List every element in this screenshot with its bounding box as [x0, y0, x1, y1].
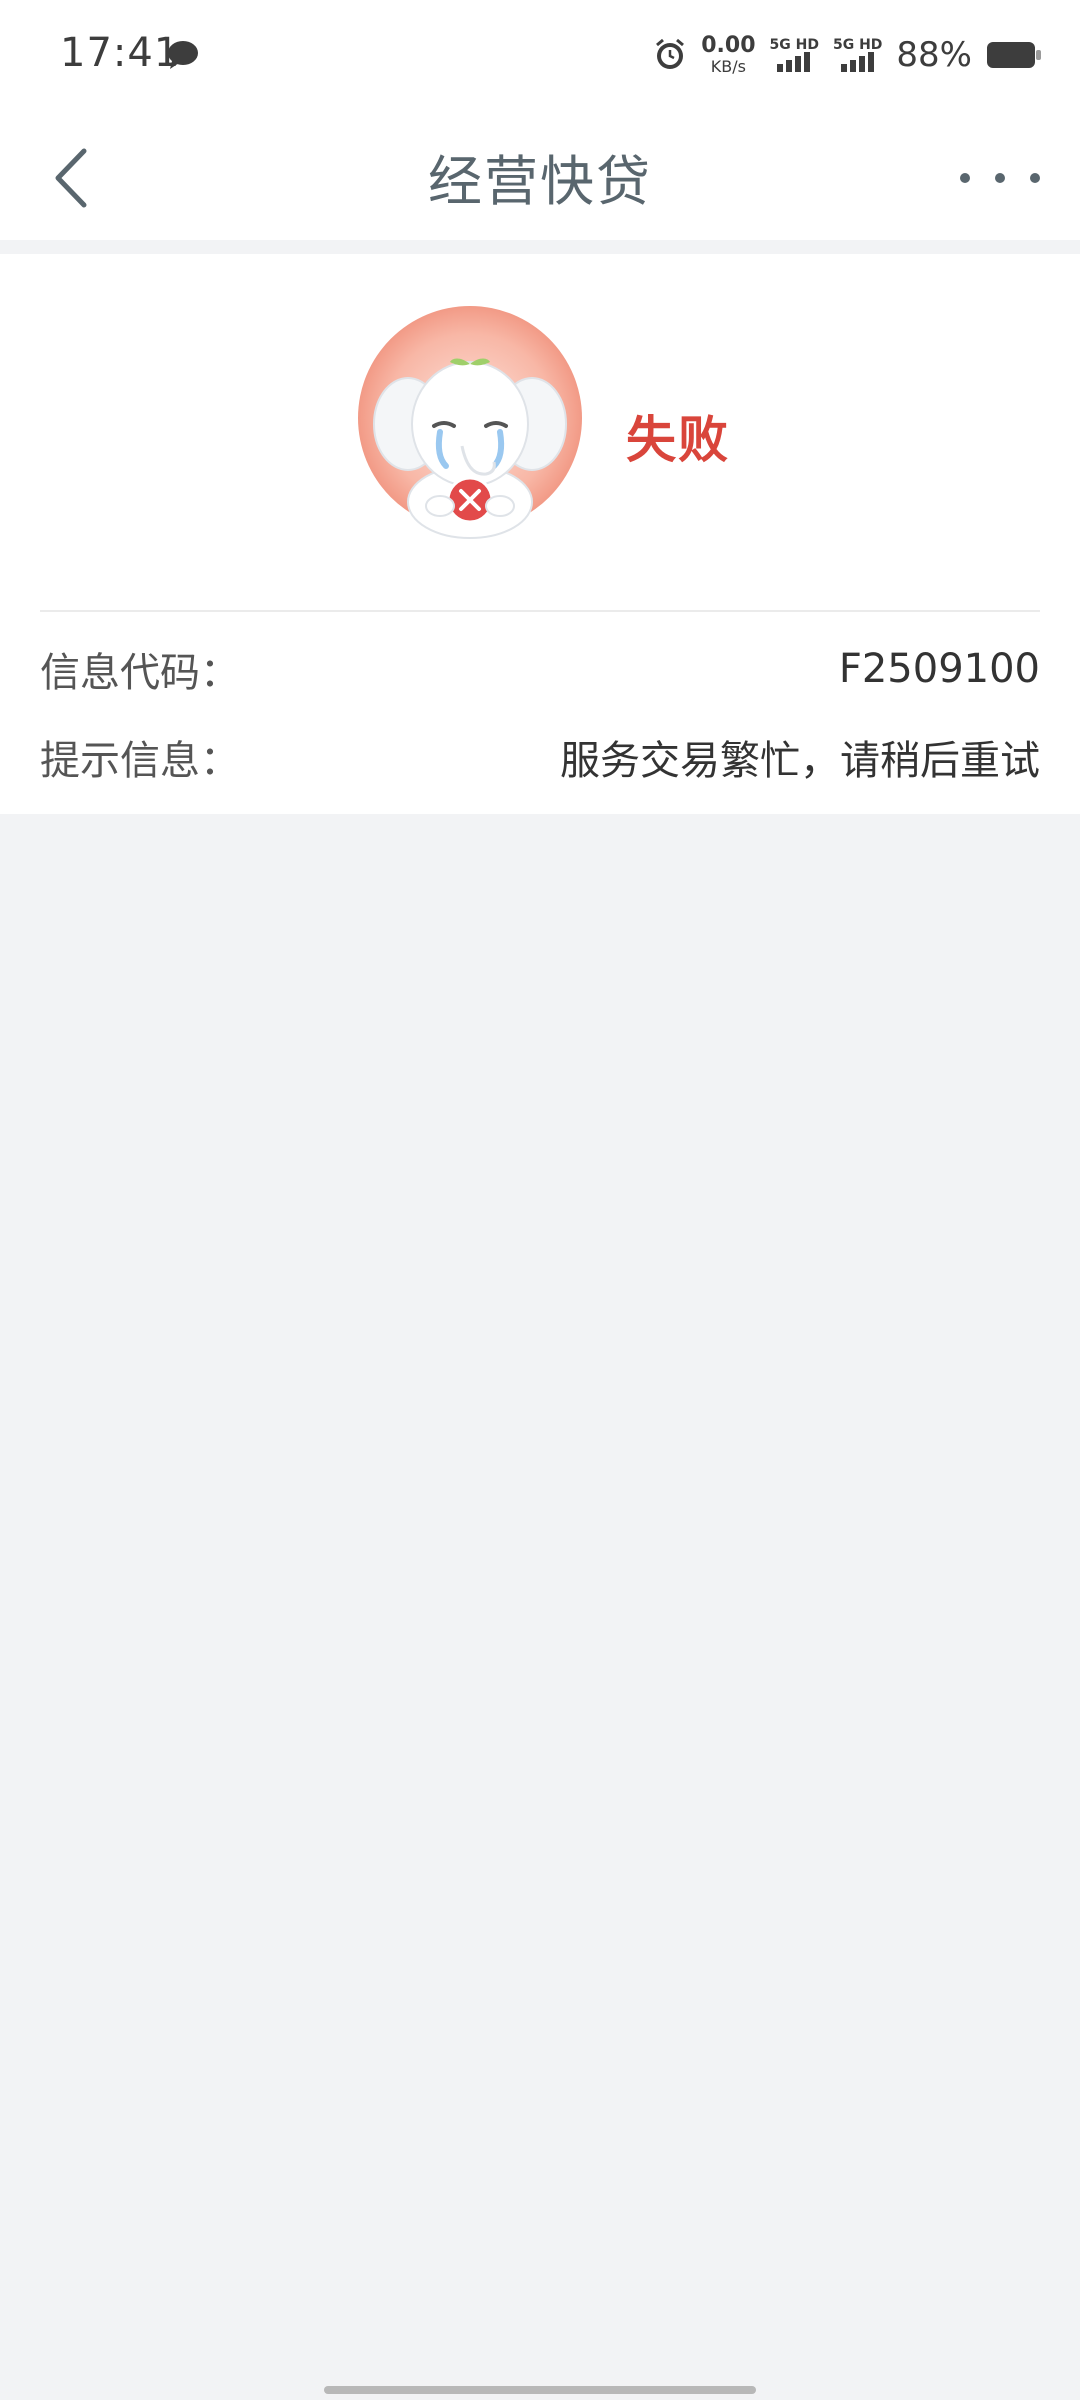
network-speed: 0.00 KB/s [701, 35, 755, 75]
network-speed-value: 0.00 [701, 33, 756, 58]
battery-icon [987, 42, 1041, 68]
crying-elephant-icon [358, 306, 582, 539]
navigation-bar: 经营快贷 [0, 115, 1080, 240]
more-button[interactable] [960, 153, 1040, 203]
result-status-text: 失败 [626, 411, 730, 469]
info-row-message: 提示信息： 服务交易繁忙，请稍后重试 [40, 722, 1040, 792]
sim2-label: 5G HD [832, 37, 883, 53]
alarm-clock-icon [656, 38, 685, 69]
signal-sim2: 5G HD [833, 38, 882, 72]
network-speed-unit: KB/s [710, 57, 746, 76]
page-title: 经营快贷 [428, 150, 652, 213]
result-card: 失败 信息代码： F2509100 提示信息： 服务交易繁忙，请稍后重试 [0, 254, 1080, 814]
more-dot [1030, 173, 1040, 183]
info-message-value: 服务交易繁忙，请稍后重试 [560, 738, 1040, 784]
info-message-label: 提示信息： [40, 738, 240, 784]
sim1-label: 5G HD [769, 37, 819, 53]
info-code-value: F2509100 [838, 646, 1040, 692]
info-row-code: 信息代码： F2509100 [40, 634, 1040, 704]
more-dot [995, 173, 1005, 183]
status-time: 17:41 [60, 30, 181, 76]
card-divider [40, 610, 1040, 612]
battery-percent: 88% [896, 35, 972, 75]
signal-sim1: 5G HD [770, 38, 819, 72]
section-divider [0, 240, 1080, 254]
message-bubble-icon [168, 41, 198, 69]
home-indicator[interactable] [324, 2386, 756, 2394]
signal-bars-icon [840, 52, 874, 72]
status-bar: 17:41 0.00 KB/s 5G HD 5G HD 88% [0, 0, 1080, 115]
status-indicators: 0.00 KB/s 5G HD 5G HD 88% [653, 30, 1042, 80]
more-dot [960, 173, 970, 183]
signal-bars-icon [777, 52, 811, 72]
info-code-label: 信息代码： [40, 650, 240, 696]
